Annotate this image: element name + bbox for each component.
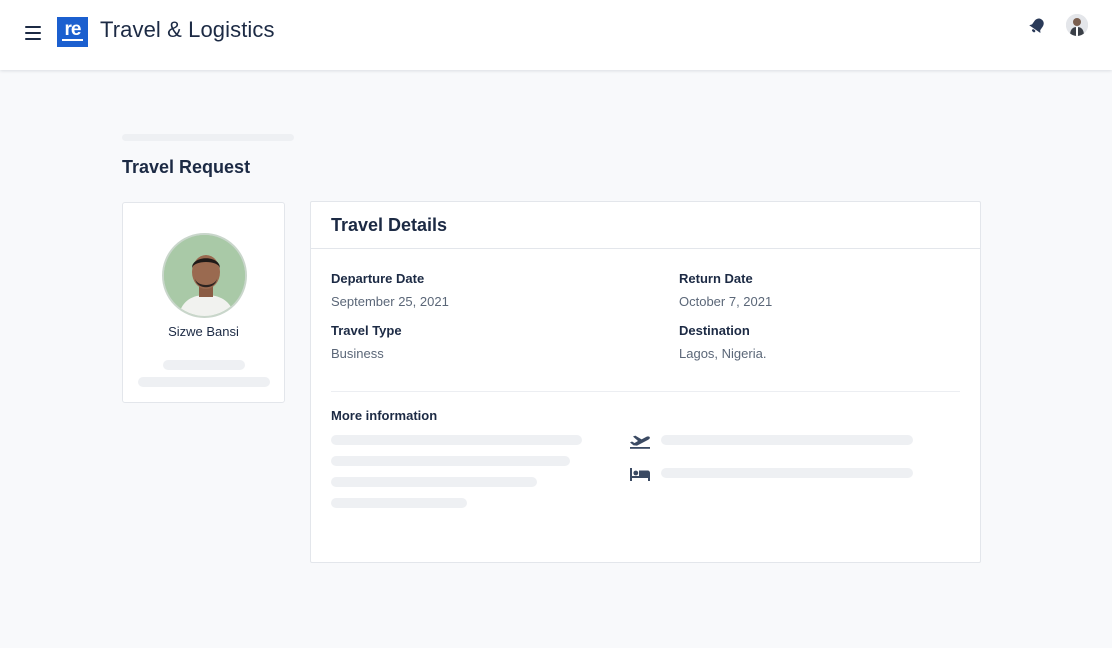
profile-photo [162, 233, 247, 318]
departure-date-value: September 25, 2021 [331, 294, 449, 309]
profile-name: Sizwe Bansi [168, 324, 239, 339]
bell-icon[interactable] [1027, 16, 1047, 36]
travel-details-card: Travel Details Departure Date September … [310, 201, 981, 563]
app-title: Travel & Logistics [100, 17, 275, 42]
departure-date-label: Departure Date [331, 271, 425, 286]
destination-label: Destination [679, 323, 750, 338]
top-bar: re Travel & Logistics [0, 0, 1112, 70]
section-divider [331, 391, 960, 392]
breadcrumb-placeholder [122, 134, 294, 141]
travel-type-label: Travel Type [331, 323, 402, 338]
menu-icon[interactable] [25, 26, 41, 40]
user-avatar[interactable] [1066, 14, 1088, 36]
info-line-placeholder [331, 435, 582, 445]
hotel-bed-icon [630, 468, 650, 481]
travel-details-title: Travel Details [311, 202, 980, 249]
return-date-label: Return Date [679, 271, 753, 286]
info-line-placeholder [331, 456, 570, 466]
page-title: Travel Request [122, 157, 251, 177]
profile-card: Sizwe Bansi [122, 202, 285, 403]
info-line-placeholder [331, 498, 467, 508]
profile-detail-placeholder [138, 377, 270, 387]
profile-photo-image [164, 235, 245, 316]
info-line-placeholder [331, 477, 537, 487]
brand-logo[interactable]: re [57, 17, 88, 47]
profile-role-placeholder [163, 360, 245, 370]
return-date-value: October 7, 2021 [679, 294, 773, 309]
flight-info-placeholder [661, 435, 913, 445]
more-information-label: More information [331, 408, 438, 423]
flight-departure-icon [630, 435, 650, 449]
hotel-info-placeholder [661, 468, 913, 478]
destination-value: Lagos, Nigeria. [679, 346, 767, 361]
user-avatar-image [1066, 14, 1088, 36]
travel-type-value: Business [331, 346, 384, 361]
logo-text: re [64, 19, 82, 40]
